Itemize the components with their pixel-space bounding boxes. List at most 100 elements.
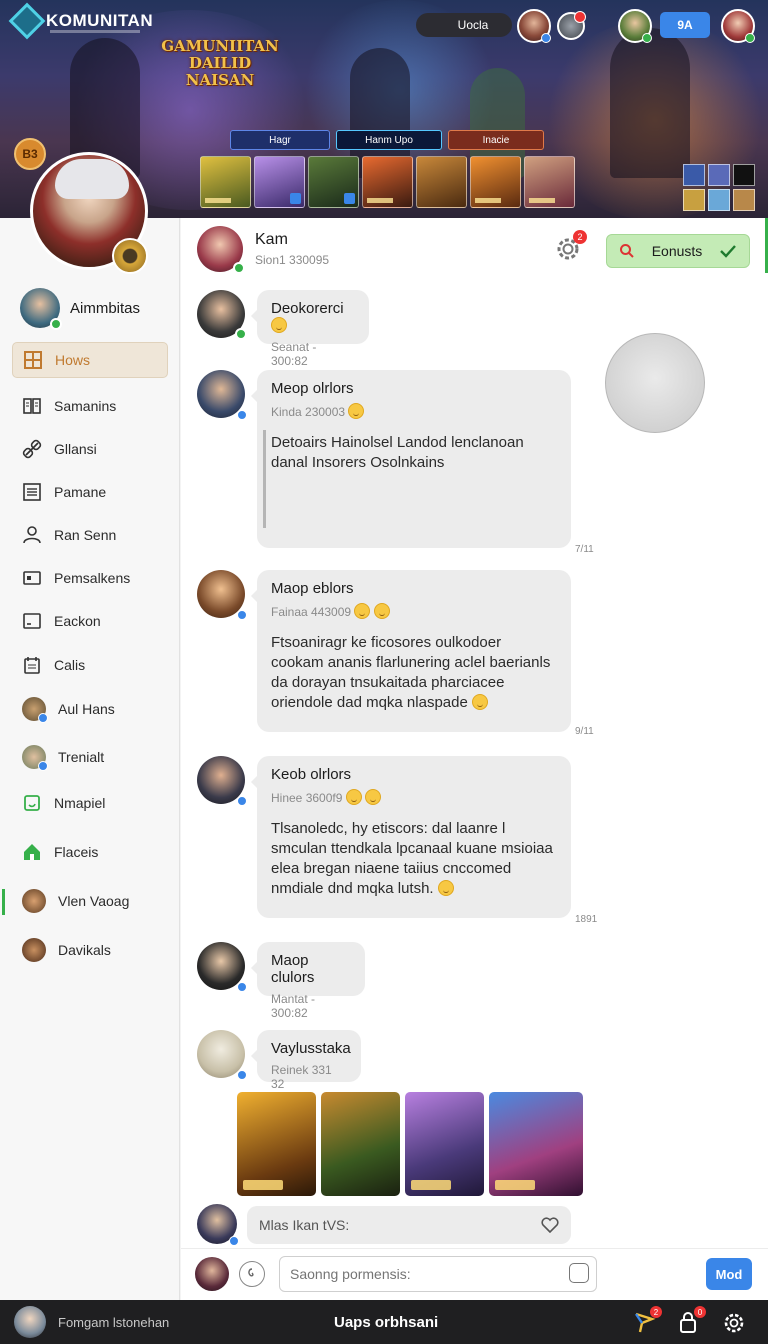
sender-name: Meop olrlors [271,380,354,397]
sidebar-item-ran-senn[interactable]: Ran Senn [12,517,168,553]
hero-card[interactable] [405,1092,484,1196]
sidebar-item-flaceis[interactable]: Flaceis [12,834,168,870]
avatar[interactable] [197,226,245,274]
sidebar-nav: Hows Samanins Gllansi Pamane Ran Senn Pe… [12,342,168,968]
mini-thumbnail[interactable] [708,189,730,211]
sidebar-item-eackon[interactable]: Eackon [12,603,168,639]
user-avatar[interactable] [618,9,652,43]
attachment-icon[interactable] [569,1263,589,1283]
hero-card[interactable] [321,1092,400,1196]
app-title: KOMUNITAN [46,11,154,30]
avatar[interactable] [197,1204,239,1246]
avatar[interactable] [14,1306,46,1338]
sidebar-item-davikals[interactable]: Davikals [12,932,168,968]
folder-icon [22,611,42,631]
lock-button[interactable]: 0 [676,1306,706,1335]
message-input[interactable] [279,1256,597,1292]
settings-button[interactable]: 2 [553,230,587,264]
sidebar-item-label: Vlen Vaoag [58,893,130,909]
avatar[interactable] [197,370,247,420]
sidebar-item-vlen-vaoag[interactable]: Vlen Vaoag [12,883,168,919]
message-meta: Hinee 3600f9 [271,791,343,805]
level-badge[interactable]: B3 [14,138,46,170]
message-bubble[interactable]: Maop eblors Fainaa 443009 Ftsoaniragr ke… [251,570,571,732]
send-button[interactable]: Mod [706,1258,752,1290]
chat-message [197,1204,239,1246]
banner-tabs: Hagr Hanm Upo Inacie [230,130,544,150]
message-bubble[interactable]: Deokorerci Seanat - 300:82 [251,290,369,368]
avatar[interactable] [197,1030,247,1080]
profile-name: Aimmbitas [70,299,141,317]
avatar [22,889,46,913]
message-composer: Mod [181,1248,768,1300]
mini-thumbnail[interactable] [708,164,730,186]
sidebar-item-calis[interactable]: Calis [12,647,168,683]
sketch-avatar[interactable] [605,333,705,433]
notification-badge: 0 [694,1306,706,1318]
sidebar-profile[interactable]: Aimmbitas [20,288,141,330]
mini-thumbnail[interactable] [733,189,755,211]
mini-thumbnail[interactable] [683,189,705,211]
sidebar-item-pamane[interactable]: Pamane [12,474,168,510]
message-bubble[interactable]: Maop clulors Mantat - 300:82 [251,942,365,1020]
mini-thumbnail[interactable] [733,164,755,186]
avatar[interactable] [195,1257,229,1291]
sender-name: Maop eblors [271,580,354,597]
hero-thumbnail[interactable] [416,156,467,208]
hero-thumbnail[interactable] [254,156,305,208]
status-button[interactable]: Eonusts [606,234,750,268]
sidebar-item-hows[interactable]: Hows [12,342,168,378]
sidebar-item-label: Pemsalkens [54,570,131,586]
mini-thumbnail[interactable] [683,164,705,186]
note-icon [22,793,42,813]
settings-button[interactable] [722,1311,746,1335]
hero-card[interactable] [489,1092,583,1196]
profile-avatar[interactable] [721,9,755,43]
hero-thumbnail[interactable] [200,156,251,208]
hero-card[interactable] [237,1092,316,1196]
reply-preview[interactable]: Mlas Ikan tVS: [247,1206,571,1244]
hero-thumbnail-strip [200,156,575,208]
top-action-button[interactable]: 9A [660,12,710,38]
chat-message: Deokorerci Seanat - 300:82 [197,290,369,368]
sidebar-item-gllansi[interactable]: Gllansi [12,431,168,467]
logo-diamond-icon [8,2,46,40]
avatar [22,938,46,962]
hero-thumbnail[interactable] [470,156,521,208]
bottom-user-name: Fomgam lstonehan [58,1315,170,1330]
banner-tab-2[interactable]: Hanm Upo [336,130,442,150]
notification-avatar[interactable] [557,11,586,40]
avatar[interactable] [197,756,247,806]
message-bubble[interactable]: Meop olrlors Kinda 230003 Detoairs Haino… [251,370,571,548]
hero-thumbnail[interactable] [524,156,575,208]
flag-button[interactable]: 2 [632,1306,662,1335]
message-bubble[interactable]: Keob olrlors Hinee 3600f9 Tlsanoledc, hy… [251,756,571,918]
banner-tab-3[interactable]: Inacie [448,130,544,150]
chat-message: Vaylusstaka Reinek 331 32 [197,1030,361,1091]
top-search-pill[interactable]: Uocla [416,13,512,37]
sidebar-item-aul-hans[interactable]: Aul Hans [12,691,168,727]
hero-silhouette-right [610,28,690,178]
message-bubble[interactable]: Vaylusstaka Reinek 331 32 [251,1030,361,1091]
rank-medal-icon [112,238,148,274]
sidebar-item-pemsalkens[interactable]: Pemsalkens [12,560,168,596]
emoji-picker-icon[interactable] [239,1261,265,1287]
sidebar-item-label: Trenialt [58,749,105,765]
message-time: 7/11 [575,544,594,555]
hero-thumbnail[interactable] [362,156,413,208]
link-icon [22,439,42,459]
sidebar-item-samanins[interactable]: Samanins [12,388,168,424]
sidebar-item-trenialt[interactable]: Trenialt [12,739,168,775]
gear-icon [724,1313,744,1333]
friend-avatar[interactable] [517,9,551,43]
message-text: Tlsanoledc, hy etiscors: dal laanre l sm… [271,820,553,897]
avatar[interactable] [197,570,247,620]
heart-icon[interactable] [541,1217,559,1233]
hero-thumbnail[interactable] [308,156,359,208]
chat-subtitle: Sion1 330095 [255,253,330,267]
avatar[interactable] [197,942,247,992]
banner-tab-1[interactable]: Hagr [230,130,330,150]
avatar[interactable] [197,290,247,340]
sidebar-item-nmapiel[interactable]: Nmapiel [12,785,168,821]
calendar-icon [22,655,42,675]
